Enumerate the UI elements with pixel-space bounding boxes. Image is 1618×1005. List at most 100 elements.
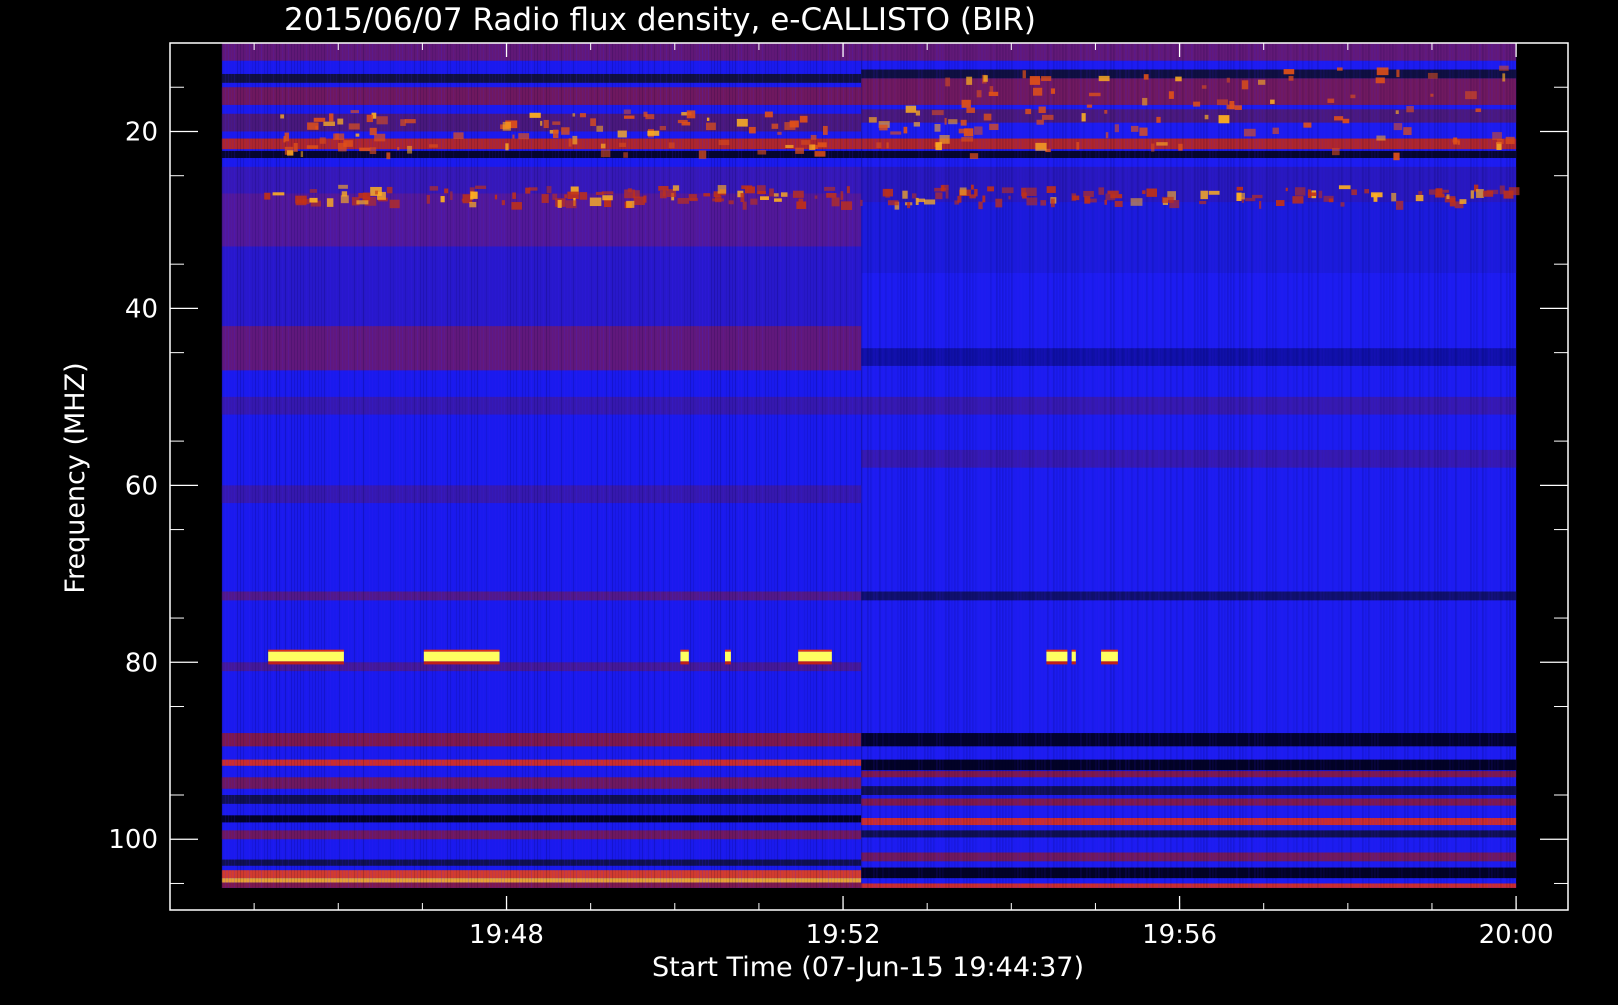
texture-stripe [728,43,731,888]
burst-speckle [362,192,371,200]
texture-stripe [1218,43,1220,888]
burst-edge [1046,649,1068,652]
texture-stripe [1005,43,1007,888]
burst-speckle [1427,72,1438,79]
texture-stripe [924,43,926,888]
texture-stripe [620,43,623,888]
burst-speckle [957,195,962,203]
burst-speckle [397,146,400,151]
texture-stripe [1158,43,1160,888]
burst-speckle [868,117,877,123]
type-burst [423,651,500,662]
burst-speckle [1088,92,1101,97]
texture-stripe [1443,43,1445,888]
texture-stripe [260,43,263,888]
texture-stripe [918,43,920,888]
burst-speckle [1022,192,1027,199]
burst-speckle [672,185,680,191]
burst-speckle [974,126,983,135]
burst-speckle [846,186,850,194]
burst-speckle [552,121,561,125]
burst-speckle [970,184,974,190]
texture-stripe [731,43,734,888]
type-burst [1071,651,1076,662]
texture-stripe [1080,43,1082,888]
texture-stripe [221,43,224,888]
texture-stripe [521,43,524,888]
texture-stripe [767,43,770,888]
texture-stripe [500,43,503,888]
burst-speckle [987,186,995,192]
burst-speckle [329,113,334,122]
burst-speckle [969,153,979,159]
texture-stripe [353,43,356,888]
type-burst [1046,651,1068,662]
burst-speckle [886,142,889,149]
burst-speckle [309,189,318,193]
texture-stripe [1353,43,1355,888]
burst-speckle [1376,67,1389,76]
burst-speckle [659,191,667,199]
burst-speckle [989,123,999,131]
texture-stripe [1452,43,1454,888]
texture-stripe [1113,43,1115,888]
texture-stripe [740,43,743,888]
burst-speckle [1036,119,1044,125]
burst-speckle [1375,77,1385,84]
burst-edge [680,649,689,652]
texture-stripe [1023,43,1025,888]
texture-stripe [449,43,452,888]
texture-stripe [317,43,320,888]
burst-speckle [840,191,844,200]
spectrogram-chart: 19:48 19:52 19:56 20:00 20 40 60 80 100 2015/06/… [0,0,1618,1000]
burst-speckle [546,186,552,194]
texture-stripe [479,43,482,888]
texture-stripe [410,43,413,888]
texture-stripe [746,43,749,888]
texture-stripe [428,43,431,888]
texture-stripe [1380,43,1382,888]
texture-stripe [755,43,758,888]
texture-stripe [1047,43,1049,888]
texture-stripe [1164,43,1166,888]
burst-speckle [876,142,882,149]
texture-stripe [533,43,536,888]
burst-speckle [572,135,578,145]
texture-stripe [674,43,677,888]
texture-stripe [797,43,800,888]
texture-stripe [1365,43,1367,888]
texture-stripe [1446,43,1448,888]
texture-stripe [368,43,371,888]
burst-speckle [1208,190,1220,195]
burst-speckle [944,117,947,125]
burst-speckle [1318,190,1323,199]
texture-stripe [927,43,929,888]
texture-stripe [1140,43,1142,888]
texture-stripe [812,43,815,888]
texture-stripe [1515,43,1517,888]
burst-speckle [764,111,773,118]
texture-stripe [374,43,377,888]
burst-speckle [1340,202,1345,207]
burst-speckle [814,195,818,199]
burst-speckle [1098,75,1110,82]
texture-stripe [296,43,299,888]
texture-stripe [1152,43,1154,888]
texture-stripe [467,43,470,888]
texture-stripe [230,43,233,888]
y-tick-label: 100 [108,825,158,855]
texture-stripe [1470,43,1472,888]
burst-edge [725,649,731,652]
burst-speckle [961,99,971,108]
burst-speckle [686,110,696,119]
burst-speckle [1283,69,1295,75]
burst-speckle [450,191,453,200]
burst-speckle [1470,190,1474,199]
burst-speckle [1243,128,1256,137]
texture-stripe [1302,43,1304,888]
texture-stripe [942,43,944,888]
burst-speckle [1476,189,1484,198]
texture-stripe [1455,43,1457,888]
texture-stripe [692,43,695,888]
burst-speckle [1303,122,1312,128]
